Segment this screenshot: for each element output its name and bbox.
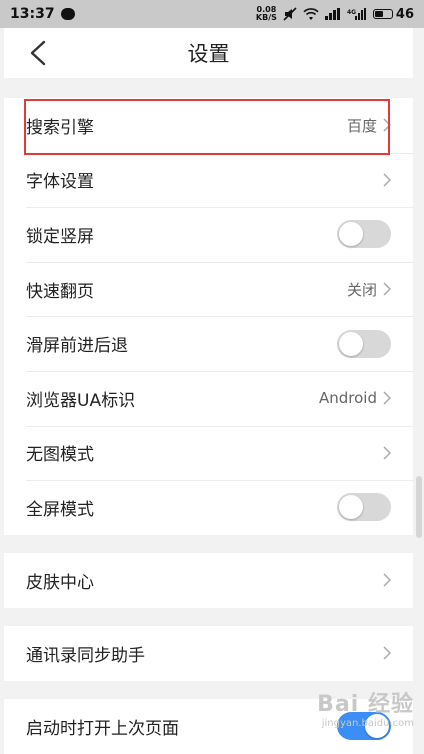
setting-label: 浏览器UA标识 bbox=[26, 390, 136, 411]
battery-icon bbox=[372, 9, 393, 19]
network-speed: 0.08 KB/S bbox=[256, 6, 277, 22]
setting-label: 快速翻页 bbox=[26, 281, 94, 302]
status-time: 13:37 bbox=[10, 6, 55, 22]
setting-quick-page-turn[interactable]: 快速翻页 关闭 bbox=[4, 261, 413, 317]
settings-group-general: 搜索引擎 百度 字体设置 锁定竖屏 快速翻页 关闭 滑屏前进后退 浏览器UA标识… bbox=[4, 98, 413, 535]
setting-font[interactable]: 字体设置 bbox=[4, 152, 413, 208]
watermark: Bai 经验 jingyan.baidu.com bbox=[317, 686, 414, 729]
setting-value: Android bbox=[319, 389, 377, 408]
setting-label: 无图模式 bbox=[26, 445, 94, 466]
signal-4g-icon: 4G bbox=[347, 8, 366, 20]
back-arrow-icon[interactable] bbox=[26, 40, 50, 66]
setting-label: 启动时打开上次页面 bbox=[26, 718, 179, 739]
setting-label: 全屏模式 bbox=[26, 499, 94, 520]
network-speed-unit: KB/S bbox=[255, 13, 277, 22]
setting-search-engine[interactable]: 搜索引擎 百度 bbox=[4, 98, 413, 153]
chevron-right-icon bbox=[383, 446, 391, 460]
setting-skin-center[interactable]: 皮肤中心 bbox=[4, 553, 413, 608]
setting-value: 百度 bbox=[346, 116, 377, 135]
setting-fullscreen: 全屏模式 bbox=[4, 480, 413, 535]
setting-contacts-sync[interactable]: 通讯录同步助手 bbox=[4, 626, 413, 681]
setting-label: 滑屏前进后退 bbox=[26, 336, 128, 357]
setting-swipe-navigation: 滑屏前进后退 bbox=[4, 316, 413, 371]
setting-label: 字体设置 bbox=[26, 172, 94, 193]
status-bar: 13:37 0.08 KB/S 4G 46 bbox=[0, 0, 424, 28]
mute-icon bbox=[283, 7, 297, 21]
chevron-right-icon bbox=[383, 118, 391, 132]
settings-header: 设置 bbox=[4, 28, 413, 78]
swipe-navigation-toggle[interactable] bbox=[337, 329, 391, 358]
setting-lock-portrait: 锁定竖屏 bbox=[4, 207, 413, 262]
setting-label: 锁定竖屏 bbox=[26, 226, 94, 247]
settings-group-skin: 皮肤中心 bbox=[4, 553, 413, 608]
wifi-icon bbox=[303, 8, 319, 20]
chevron-right-icon bbox=[383, 391, 391, 405]
watermark-url: jingyan.baidu.com bbox=[321, 718, 414, 729]
setting-user-agent[interactable]: 浏览器UA标识 Android bbox=[4, 370, 413, 426]
setting-label: 通讯录同步助手 bbox=[26, 645, 145, 666]
fullscreen-toggle[interactable] bbox=[337, 493, 391, 522]
setting-value: 关闭 bbox=[346, 280, 377, 299]
chevron-right-icon bbox=[383, 573, 391, 587]
setting-no-image-mode[interactable]: 无图模式 bbox=[4, 425, 413, 481]
scrollbar[interactable] bbox=[416, 476, 422, 538]
setting-label: 皮肤中心 bbox=[26, 572, 94, 593]
chevron-right-icon bbox=[383, 282, 391, 296]
setting-label: 搜索引擎 bbox=[26, 117, 94, 138]
message-icon bbox=[60, 8, 75, 20]
settings-group-contacts: 通讯录同步助手 bbox=[4, 626, 413, 681]
svg-text:4G: 4G bbox=[347, 9, 356, 16]
chevron-right-icon bbox=[383, 173, 391, 187]
watermark-brand: Bai 经验 bbox=[317, 692, 414, 717]
battery-level: 46 bbox=[395, 6, 414, 22]
signal-icon bbox=[324, 8, 340, 20]
battery-indicator: 46 bbox=[372, 6, 414, 22]
chevron-right-icon bbox=[383, 646, 391, 660]
page-title: 设置 bbox=[187, 42, 230, 66]
lock-portrait-toggle[interactable] bbox=[337, 220, 391, 249]
